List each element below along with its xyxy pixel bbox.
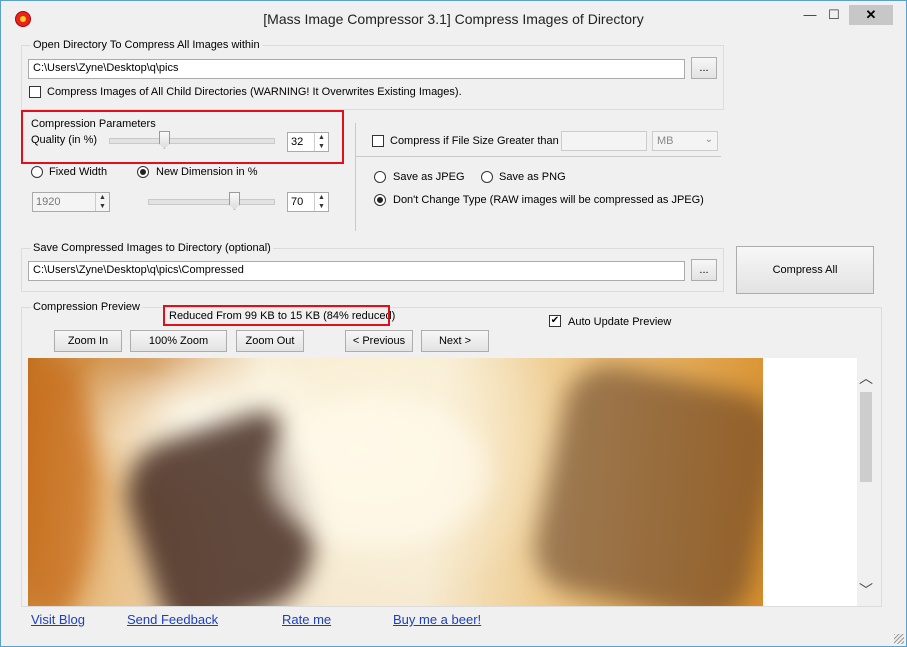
source-path-input[interactable]: C:\Users\Zyne\Desktop\q\pics: [28, 59, 685, 79]
destination-path-input[interactable]: C:\Users\Zyne\Desktop\q\pics\Compressed: [28, 261, 685, 281]
new-dimension-radio[interactable]: [137, 166, 149, 178]
new-dimension-label: New Dimension in %: [156, 166, 258, 178]
send-feedback-link[interactable]: Send Feedback: [127, 612, 218, 627]
bright-glare-shape: [268, 398, 488, 548]
dimension-slider-track: [148, 199, 275, 205]
save-png-radio[interactable]: [481, 171, 493, 183]
child-directories-checkbox[interactable]: [29, 86, 41, 98]
spin-down-icon[interactable]: ▼: [96, 202, 109, 211]
open-directory-label: Open Directory To Compress All Images wi…: [31, 39, 262, 51]
auto-update-checkbox[interactable]: ✔: [549, 315, 561, 327]
dimension-slider[interactable]: [229, 192, 240, 210]
file-size-checkbox[interactable]: [372, 135, 384, 147]
fixed-width-label: Fixed Width: [49, 166, 108, 178]
compress-all-button[interactable]: Compress All: [736, 246, 874, 294]
title-bar: [Mass Image Compressor 3.1] Compress Ima…: [1, 1, 906, 37]
chevron-down-icon: ⌄: [704, 134, 713, 145]
close-button[interactable]: ✕: [849, 5, 893, 25]
minimize-button[interactable]: —: [799, 5, 821, 25]
maximize-button[interactable]: ☐: [823, 5, 845, 25]
visit-blog-link[interactable]: Visit Blog: [31, 612, 85, 627]
horizontal-divider: [356, 156, 721, 157]
preview-group-label: Compression Preview: [31, 301, 142, 313]
preview-image: [28, 358, 763, 606]
auto-update-label: Auto Update Preview: [568, 316, 672, 328]
file-size-label: Compress if File Size Greater than: [390, 135, 559, 147]
fixed-width-value: 1920: [36, 196, 61, 208]
fixed-width-radio[interactable]: [31, 166, 43, 178]
dont-change-type-radio[interactable]: [374, 194, 386, 206]
file-size-input[interactable]: [561, 131, 647, 151]
buy-beer-link[interactable]: Buy me a beer!: [393, 612, 481, 627]
browse-destination-button[interactable]: ...: [691, 259, 717, 281]
preview-scrollbar[interactable]: ︿ ﹀: [857, 366, 875, 598]
spin-down-icon[interactable]: ▼: [315, 202, 328, 211]
warm-edge-shape: [28, 358, 98, 606]
reduced-size-highlight: [163, 305, 390, 326]
fixed-width-spinner[interactable]: 1920 ▲ ▼: [32, 192, 110, 212]
window-title: [Mass Image Compressor 3.1] Compress Ima…: [263, 11, 644, 27]
spin-up-icon[interactable]: ▲: [96, 193, 109, 202]
save-jpeg-radio[interactable]: [374, 171, 386, 183]
file-size-unit: MB: [657, 135, 674, 147]
vertical-divider: [355, 123, 356, 231]
spin-up-icon[interactable]: ▲: [315, 193, 328, 202]
scroll-up-icon[interactable]: ︿: [857, 370, 875, 386]
file-size-unit-select[interactable]: MB ⌄: [652, 131, 718, 151]
zoom-100-button[interactable]: 100% Zoom: [130, 330, 227, 352]
preview-canvas-bg: [763, 358, 857, 606]
resize-grip-icon[interactable]: [894, 634, 904, 644]
child-directories-label: Compress Images of All Child Directories…: [47, 86, 462, 98]
previous-button[interactable]: < Previous: [345, 330, 413, 352]
app-window: [Mass Image Compressor 3.1] Compress Ima…: [0, 0, 907, 647]
zoom-in-button[interactable]: Zoom In: [54, 330, 122, 352]
next-button[interactable]: Next >: [421, 330, 489, 352]
rate-me-link[interactable]: Rate me: [282, 612, 331, 627]
laptop-edge-shape: [526, 358, 763, 606]
save-png-label: Save as PNG: [499, 171, 566, 183]
quality-highlight: [21, 110, 344, 164]
scrollbar-thumb[interactable]: [860, 392, 872, 482]
save-directory-label: Save Compressed Images to Directory (opt…: [31, 242, 273, 254]
save-jpeg-label: Save as JPEG: [393, 171, 465, 183]
dont-change-type-label: Don't Change Type (RAW images will be co…: [393, 194, 704, 206]
scroll-down-icon[interactable]: ﹀: [857, 582, 875, 598]
dimension-spinner[interactable]: 70 ▲ ▼: [287, 192, 329, 212]
zoom-out-button[interactable]: Zoom Out: [236, 330, 304, 352]
browse-source-button[interactable]: ...: [691, 57, 717, 79]
dimension-value: 70: [291, 196, 304, 208]
